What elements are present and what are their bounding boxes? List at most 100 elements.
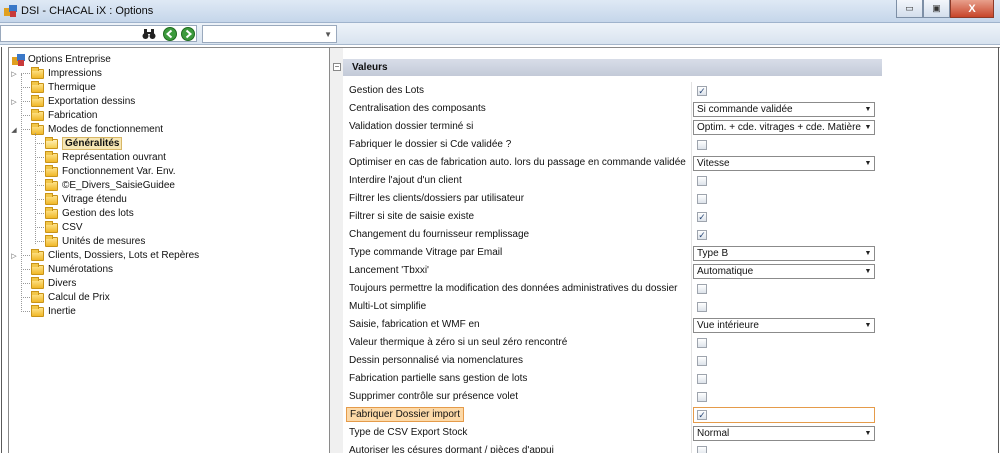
- tree-item[interactable]: Divers: [31, 276, 76, 290]
- property-checkbox[interactable]: [697, 392, 707, 402]
- property-dropdown[interactable]: Optim. + cde. vitrages + cde. Matière ▼: [693, 120, 875, 135]
- property-dropdown[interactable]: Vitesse ▼: [693, 156, 875, 171]
- binoculars-icon[interactable]: [141, 26, 157, 42]
- minimize-button[interactable]: ▭: [896, 0, 923, 18]
- chevron-down-icon[interactable]: ▼: [862, 247, 874, 260]
- property-label[interactable]: Changement du fournisseur remplissage: [349, 229, 529, 240]
- property-checkbox[interactable]: ✓: [697, 230, 707, 240]
- property-dropdown[interactable]: Si commande validée ▼: [693, 102, 875, 117]
- column-divider[interactable]: [691, 424, 692, 442]
- tree-root[interactable]: Options Entreprise: [12, 53, 111, 66]
- property-label[interactable]: Validation dossier terminé si: [349, 121, 473, 132]
- tree-item[interactable]: Calcul de Prix: [31, 290, 110, 304]
- column-divider[interactable]: [691, 280, 692, 298]
- chevron-down-icon[interactable]: ▼: [862, 265, 874, 278]
- property-checkbox[interactable]: ✓: [697, 212, 707, 222]
- toolbar-combo[interactable]: ▼: [202, 25, 337, 43]
- column-divider[interactable]: [691, 352, 692, 370]
- property-checkbox[interactable]: [697, 374, 707, 384]
- property-checkbox[interactable]: [697, 338, 707, 348]
- property-checkbox[interactable]: [697, 302, 707, 312]
- chevron-down-icon[interactable]: ▼: [862, 427, 874, 440]
- property-checkbox[interactable]: ✓: [697, 86, 707, 96]
- column-divider[interactable]: [691, 316, 692, 334]
- property-label[interactable]: Fabriquer Dossier import: [346, 407, 465, 422]
- forward-icon[interactable]: [180, 26, 196, 42]
- tree-item[interactable]: ©E_Divers_SaisieGuidee: [45, 178, 175, 192]
- column-divider[interactable]: [691, 118, 692, 136]
- tree-item[interactable]: ▷ Exportation dessins: [11, 94, 135, 108]
- tree-item[interactable]: Inertie: [31, 304, 76, 318]
- tree-item[interactable]: Thermique: [31, 80, 96, 94]
- chevron-down-icon[interactable]: ▼: [862, 103, 874, 116]
- column-divider[interactable]: [691, 298, 692, 316]
- column-divider[interactable]: [691, 244, 692, 262]
- column-divider[interactable]: [691, 208, 692, 226]
- property-label[interactable]: Fabriquer le dossier si Cde validée ?: [349, 139, 511, 150]
- property-label[interactable]: Filtrer les clients/dossiers par utilisa…: [349, 193, 524, 204]
- property-label[interactable]: Saisie, fabrication et WMF en: [349, 319, 480, 330]
- expand-icon[interactable]: ▷: [10, 98, 18, 106]
- property-label[interactable]: Type de CSV Export Stock: [349, 427, 467, 438]
- property-checkbox[interactable]: [697, 356, 707, 366]
- column-divider[interactable]: [691, 370, 692, 388]
- property-label[interactable]: Interdire l'ajout d'un client: [349, 175, 462, 186]
- close-button[interactable]: X: [950, 0, 994, 18]
- column-divider[interactable]: [691, 172, 692, 190]
- back-icon[interactable]: [162, 26, 178, 42]
- property-checkbox[interactable]: [697, 140, 707, 150]
- property-label[interactable]: Type commande Vitrage par Email: [349, 247, 502, 258]
- tree-item[interactable]: Fonctionnement Var. Env.: [45, 164, 176, 178]
- tree-item[interactable]: Fabrication: [31, 108, 97, 122]
- active-edit-cell[interactable]: [693, 407, 875, 423]
- property-label[interactable]: Multi-Lot simplifie: [349, 301, 426, 312]
- column-divider[interactable]: [691, 154, 692, 172]
- tree-item[interactable]: CSV: [45, 220, 83, 234]
- column-divider[interactable]: [691, 190, 692, 208]
- maximize-button[interactable]: ▣: [923, 0, 950, 18]
- tree-item[interactable]: Vitrage étendu: [45, 192, 127, 206]
- property-checkbox[interactable]: [697, 284, 707, 294]
- chevron-down-icon[interactable]: ▼: [862, 319, 874, 332]
- tree-item[interactable]: Généralités: [45, 136, 123, 150]
- column-divider[interactable]: [691, 136, 692, 154]
- property-checkbox[interactable]: ✓: [697, 410, 707, 420]
- column-divider[interactable]: [691, 388, 692, 406]
- column-divider[interactable]: [691, 100, 692, 118]
- property-label[interactable]: Autoriser les césures dormant / pièces d…: [349, 445, 554, 453]
- property-dropdown[interactable]: Normal ▼: [693, 426, 875, 441]
- tree-item[interactable]: ◢ Modes de fonctionnement: [11, 122, 163, 136]
- property-label[interactable]: Filtrer si site de saisie existe: [349, 211, 474, 222]
- property-dropdown[interactable]: Type B ▼: [693, 246, 875, 261]
- column-divider[interactable]: [691, 82, 692, 100]
- tree-item[interactable]: Numérotations: [31, 262, 113, 276]
- property-checkbox[interactable]: [697, 176, 707, 186]
- expand-icon[interactable]: ▷: [10, 252, 18, 260]
- chevron-down-icon[interactable]: ▼: [862, 121, 874, 134]
- tree-item[interactable]: ▷ Impressions: [11, 66, 102, 80]
- column-divider[interactable]: [691, 406, 692, 424]
- property-checkbox[interactable]: [697, 446, 707, 453]
- expand-icon[interactable]: ▷: [10, 70, 18, 78]
- property-label[interactable]: Supprimer contrôle sur présence volet: [349, 391, 518, 402]
- column-divider[interactable]: [691, 334, 692, 352]
- property-dropdown[interactable]: Vue intérieure ▼: [693, 318, 875, 333]
- tree-item[interactable]: Représentation ouvrant: [45, 150, 166, 164]
- collapse-section-button[interactable]: −: [333, 63, 341, 71]
- property-label[interactable]: Fabrication partielle sans gestion de lo…: [349, 373, 527, 384]
- property-label[interactable]: Gestion des Lots: [349, 85, 424, 96]
- property-dropdown[interactable]: Automatique ▼: [693, 264, 875, 279]
- property-label[interactable]: Optimiser en cas de fabrication auto. lo…: [349, 157, 686, 168]
- tree-item[interactable]: Unités de mesures: [45, 234, 145, 248]
- tree-item[interactable]: ▷ Clients, Dossiers, Lots et Repères: [11, 248, 199, 262]
- chevron-down-icon[interactable]: ▼: [324, 30, 332, 39]
- property-label[interactable]: Lancement 'Tbxxi': [349, 265, 429, 276]
- tree-item[interactable]: Gestion des lots: [45, 206, 134, 220]
- property-checkbox[interactable]: [697, 194, 707, 204]
- column-divider[interactable]: [691, 226, 692, 244]
- chevron-down-icon[interactable]: ▼: [862, 157, 874, 170]
- collapse-icon[interactable]: ◢: [10, 126, 18, 134]
- property-label[interactable]: Centralisation des composants: [349, 103, 486, 114]
- property-label[interactable]: Toujours permettre la modification des d…: [349, 283, 678, 294]
- column-divider[interactable]: [691, 262, 692, 280]
